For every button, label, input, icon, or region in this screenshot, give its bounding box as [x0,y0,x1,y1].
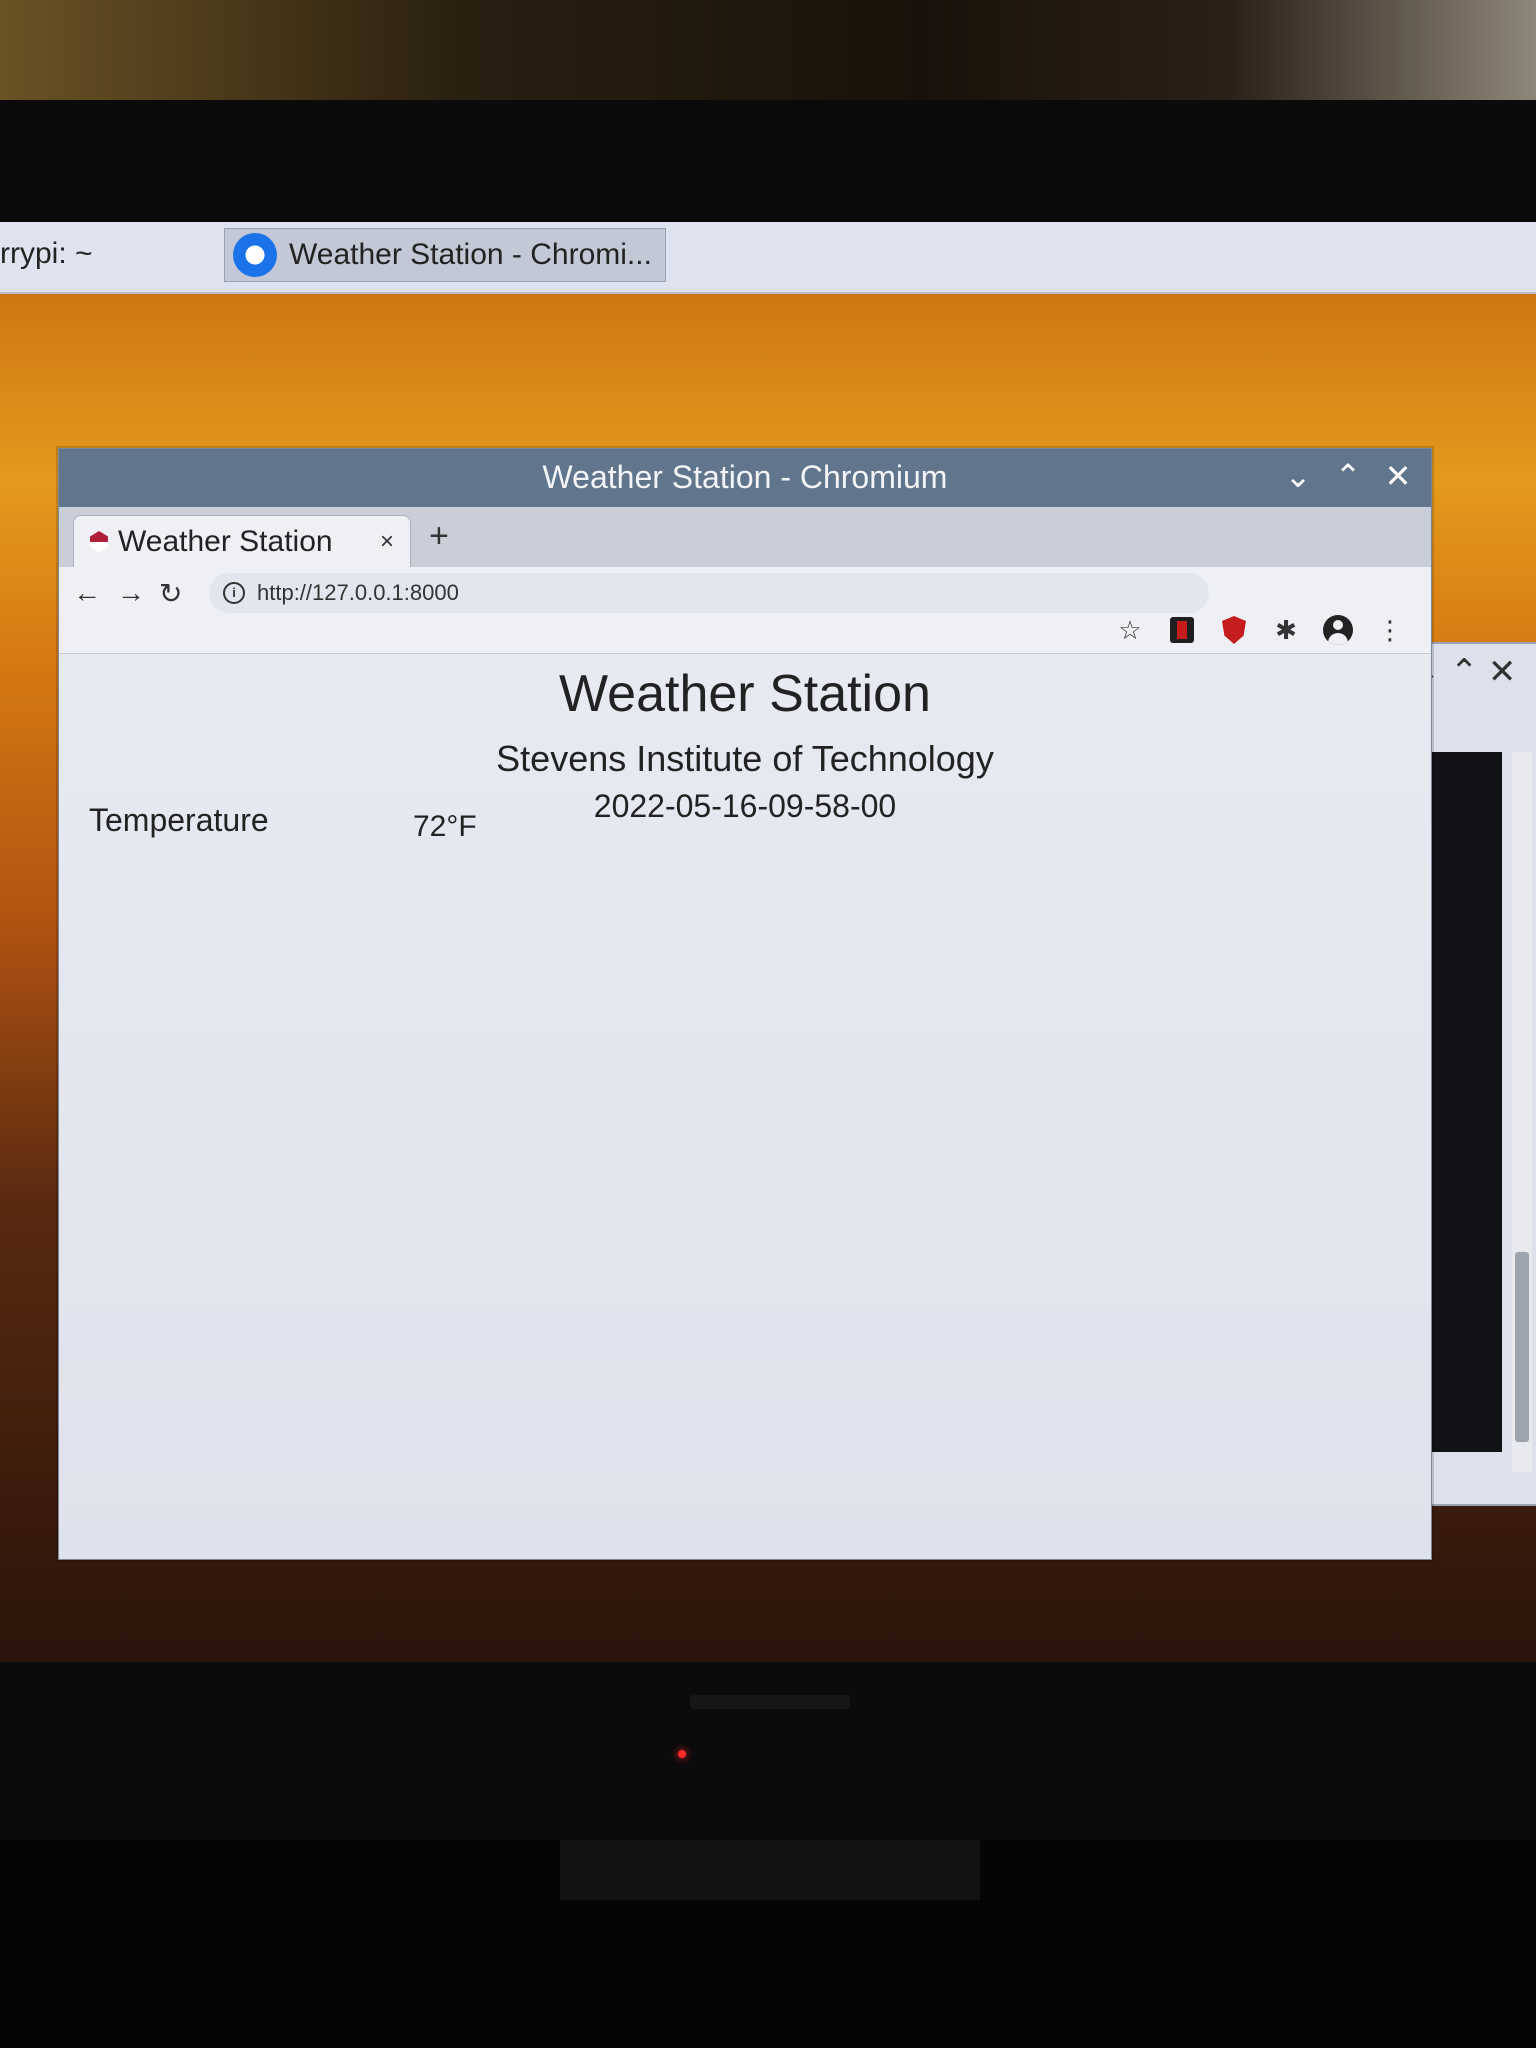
tab-strip: Weather Station × + [59,507,1431,568]
monitor-stand [560,1840,980,1900]
reading-label-temperature: Temperature [89,802,269,838]
maximize-icon[interactable]: ⌃ [1333,457,1363,495]
minimize-icon[interactable]: ⌄ [1283,457,1313,495]
extensions-puzzle-icon[interactable]: ✱ [1271,615,1301,645]
new-tab-button[interactable]: + [429,517,449,556]
info-icon[interactable]: i [223,582,245,604]
reading-value-temperature: 72°F [413,810,477,843]
back-arrow-icon[interactable]: ← [73,577,101,609]
reload-icon[interactable]: ↻ [159,577,182,610]
page-title: Weather Station [559,665,931,723]
power-led [678,1750,686,1758]
taskbar-item-chromium[interactable]: Weather Station - Chromi... [224,228,666,282]
chromium-icon [233,233,277,277]
browser-toolbar: ← → ↻ i http://127.0.0.1:8000 ☆ ✱ ⋮ [59,567,1431,654]
toolbar-icons: ☆ ✱ ⋮ [1115,615,1405,645]
chromium-window: Weather Station - Chromium ⌄ ⌃ ✕ Weather… [58,448,1432,1560]
address-bar[interactable]: i http://127.0.0.1:8000 [209,573,1209,613]
window-controls: ⌄ ⌃ ✕ [1283,457,1413,495]
monitor-brand-logo [690,1695,850,1709]
page-subtitle: Stevens Institute of Technology [496,738,994,779]
stevens-favicon-icon [90,531,108,553]
page-content: Weather Station Stevens Institute of Tec… [59,654,1431,1559]
extension-red-icon[interactable] [1167,615,1197,645]
close-icon[interactable]: ✕ [1383,457,1413,495]
taskbar-item-terminal[interactable]: rrypi: ~ [0,228,230,280]
tab-close-icon[interactable]: × [380,528,394,556]
extension-shield-icon[interactable] [1219,615,1249,645]
forward-arrow-icon[interactable]: → [117,577,145,609]
url-text: http://127.0.0.1:8000 [257,580,459,605]
tab-weather-station[interactable]: Weather Station × [73,515,411,568]
bookmark-star-icon[interactable]: ☆ [1115,615,1145,645]
window-title: Weather Station - Chromium [542,459,948,495]
profile-avatar-icon[interactable] [1323,615,1353,645]
tab-title: Weather Station [118,525,333,558]
menu-kebab-icon[interactable]: ⋮ [1375,615,1405,645]
desktop-screen: rrypi: ~ Weather Station - Chromi... ⌄ ⌃… [0,222,1536,1662]
taskbar-item-label: rrypi: ~ [0,237,93,270]
taskbar-item-label: Weather Station - Chromi... [289,238,652,271]
window-titlebar[interactable]: Weather Station - Chromium ⌄ ⌃ ✕ [59,449,1431,507]
scrollbar-thumb[interactable] [1515,1252,1529,1442]
scrollbar[interactable] [1512,752,1532,1472]
taskbar: rrypi: ~ Weather Station - Chromi... [0,222,1536,294]
